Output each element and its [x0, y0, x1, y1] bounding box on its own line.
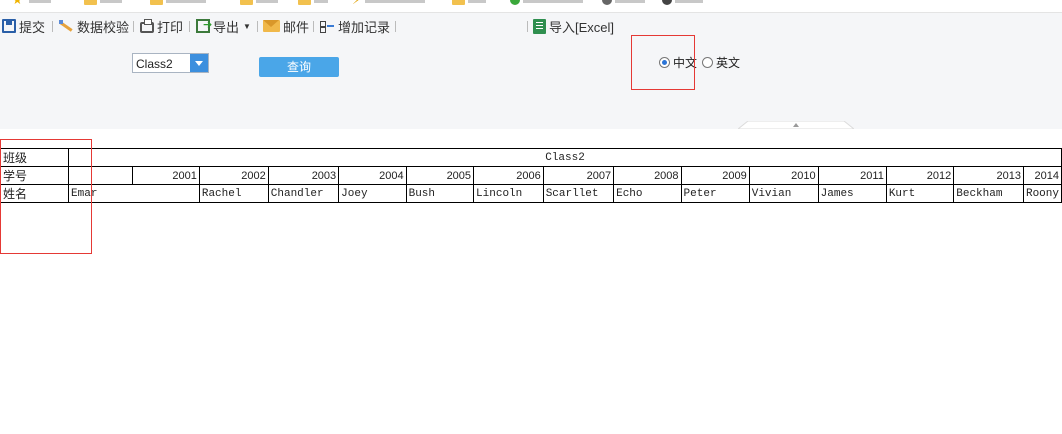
table-row-student-id: 学号 2001 2002 2003 2004 2005 2006 2007 2008 2009 2…: [0, 166, 1062, 185]
folder-icon: [150, 0, 163, 5]
import-excel-button[interactable]: 导入[Excel]: [533, 13, 614, 39]
bookmark-item[interactable]: [150, 0, 206, 6]
student-id-cell: 2008: [613, 166, 682, 185]
folder-icon: [298, 0, 311, 5]
bookmark-item[interactable]: ★: [12, 0, 51, 6]
bookmark-item[interactable]: [602, 0, 645, 6]
student-name-cell: Vivian: [748, 184, 819, 203]
collapse-panel-toggle[interactable]: [738, 121, 854, 129]
student-id-cell: 2010: [748, 166, 819, 185]
toolbar-divider: [313, 21, 314, 32]
print-button[interactable]: 打印: [140, 13, 183, 39]
add-record-button[interactable]: 增加记录: [319, 13, 390, 39]
mail-icon: [263, 20, 280, 32]
student-id-cell: 2009: [680, 166, 750, 185]
student-name-cell: Joey: [338, 184, 407, 203]
student-id-cell: 2012: [885, 166, 955, 185]
student-id-cell: 2004: [338, 166, 407, 185]
globe-icon: [510, 0, 520, 5]
bookmark-item[interactable]: [662, 0, 703, 6]
submit-button[interactable]: 提交: [2, 13, 45, 39]
student-name-cell: Peter: [680, 184, 750, 203]
report-table: 班级 Class2 学号 2001 2002 2003 2004 2005 2006 200…: [0, 148, 1062, 203]
student-name-cell: Rachel: [198, 184, 269, 203]
class-select[interactable]: Class2: [132, 53, 209, 73]
excel-icon: [533, 18, 546, 34]
add-record-icon: [319, 19, 335, 33]
folder-icon: [240, 0, 253, 5]
student-name-cell: Kurt: [885, 184, 955, 203]
printer-icon: [140, 18, 154, 33]
report-toolbar: 提交 数据校验 打印 导出 ▼ 邮件 增加记录 导入[Excel]: [0, 13, 1062, 39]
bookmark-item[interactable]: [298, 0, 328, 6]
student-name-cell: Beckham: [953, 184, 1024, 203]
student-id-cell: 2007: [542, 166, 615, 185]
toolbar-divider: [189, 21, 190, 32]
validate-button[interactable]: 数据校验: [58, 13, 129, 39]
class-select-value: Class2: [136, 57, 173, 71]
bookmark-item[interactable]: [510, 0, 583, 6]
mail-button[interactable]: 邮件: [263, 13, 309, 39]
radio-english-label[interactable]: 英文: [716, 54, 740, 71]
table-row-name: 姓名 Emar Rachel Chandler Joey Bush Lincoln Scar…: [0, 184, 1062, 203]
toolbar-divider: [395, 21, 396, 32]
student-id-cell: 2006: [473, 166, 544, 185]
student-name-cell: Chandler: [267, 184, 340, 203]
student-id-cell: 2001: [131, 166, 200, 185]
class-value-cell: Class2: [68, 148, 1062, 167]
chevron-down-icon: ▼: [243, 21, 251, 31]
wand-icon: [58, 19, 74, 33]
toolbar-divider: [527, 21, 528, 32]
star-icon: ★: [12, 0, 23, 7]
highlight-box-language: [631, 35, 695, 90]
settings-icon: [662, 0, 672, 5]
highlight-box-row-labels: [0, 139, 92, 254]
query-button[interactable]: 查询: [259, 57, 339, 77]
toolbar-divider: [52, 21, 53, 32]
table-row-class: 班级 Class2: [0, 148, 1062, 167]
student-id-cell: 2014: [1022, 166, 1062, 185]
student-id-cell: 2011: [817, 166, 887, 185]
lightning-icon: ⚡: [352, 0, 361, 7]
bookmark-item[interactable]: [84, 0, 122, 6]
radio-english[interactable]: [702, 56, 714, 68]
folder-icon: [84, 0, 97, 5]
dropdown-arrow-icon[interactable]: [190, 54, 208, 72]
student-name-cell: Bush: [405, 184, 475, 203]
save-icon: [2, 19, 16, 33]
student-id-cell: 2002: [198, 166, 269, 185]
student-name-cell: Scarllet: [542, 184, 615, 203]
folder-icon: [452, 0, 465, 5]
student-id-cell: 2005: [405, 166, 475, 185]
student-name-cell: Roony: [1022, 184, 1062, 203]
student-id-cell: 2013: [953, 166, 1024, 185]
bookmark-item[interactable]: ⚡: [352, 0, 425, 6]
export-icon: [196, 18, 212, 33]
bookmark-item[interactable]: [452, 0, 486, 6]
toolbar-divider: [133, 21, 134, 32]
parameter-panel: Class2 查询 中文 英文: [0, 39, 1062, 129]
student-name-cell: James: [817, 184, 887, 203]
gear-icon: [602, 0, 612, 5]
toolbar-divider: [257, 21, 258, 32]
export-button[interactable]: 导出 ▼: [196, 13, 251, 39]
student-id-cell: 2003: [267, 166, 340, 185]
student-name-cell: Echo: [613, 184, 682, 203]
bookmark-item[interactable]: [240, 0, 278, 6]
student-name-cell: Lincoln: [473, 184, 544, 203]
bookmarks-bar: ★ ⚡: [0, 0, 1062, 13]
